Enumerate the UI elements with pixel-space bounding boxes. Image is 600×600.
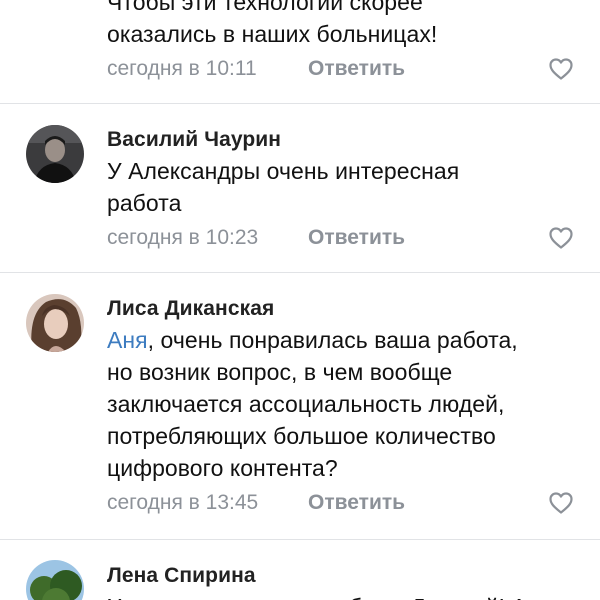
comment-text-line: Чтобы эти технологии скорее — [107, 0, 423, 15]
comment-timestamp: сегодня в 10:23 — [107, 226, 259, 249]
divider — [0, 272, 600, 273]
comment-text-line: но возник вопрос, в чем вообще — [107, 359, 453, 385]
avatar[interactable] — [26, 125, 84, 183]
comment-text-line: заключается ассоциальность людей, — [107, 391, 505, 417]
mention-link[interactable]: Аня — [107, 327, 148, 353]
author-name[interactable]: Лена Спирина — [107, 564, 256, 588]
comment-text: Хорошая, полезная работа. Дорогой! А — [107, 591, 587, 600]
avatar-photo — [26, 294, 84, 352]
comment-text: Аня, очень понравилась ваша работа, но в… — [107, 324, 587, 484]
comment-text: У Александры очень интересная работа — [107, 155, 587, 219]
heart-outline-icon[interactable] — [549, 227, 573, 249]
comment-text-line: цифрового контента? — [107, 455, 338, 481]
comment-text-line: оказались в наших больницах! — [107, 21, 438, 47]
divider — [0, 539, 600, 540]
avatar-photo — [26, 125, 84, 183]
reply-button[interactable]: Ответить — [308, 491, 405, 515]
author-name[interactable]: Лиса Диканская — [107, 297, 274, 321]
reply-button[interactable]: Ответить — [308, 57, 405, 81]
author-name[interactable]: Василий Чаурин — [107, 128, 281, 152]
comment-text-line: У Александры очень интересная — [107, 158, 460, 184]
avatar[interactable] — [26, 294, 84, 352]
comment-timestamp: сегодня в 13:45 — [107, 491, 259, 514]
comment-text-line: работа — [107, 190, 182, 216]
avatar-photo — [26, 560, 84, 600]
comment-text-line: Хорошая, полезная работа. Дорогой! А — [107, 591, 587, 600]
comment-timestamp: сегодня в 10:11 — [107, 57, 257, 80]
heart-outline-icon[interactable] — [549, 492, 573, 514]
comment-text: Чтобы эти технологии скорее оказались в … — [107, 0, 587, 50]
comment-text-line: Аня, очень понравилась ваша работа, — [107, 324, 587, 356]
avatar[interactable] — [26, 560, 84, 600]
comment-text-line: потребляющих большое количество — [107, 423, 496, 449]
comment-text-fragment: , очень понравилась ваша работа, — [147, 327, 518, 353]
reply-button[interactable]: Ответить — [308, 226, 405, 250]
heart-outline-icon[interactable] — [549, 58, 573, 80]
divider — [0, 103, 600, 104]
comments-feed: Чтобы эти технологии скорее оказались в … — [0, 0, 600, 600]
